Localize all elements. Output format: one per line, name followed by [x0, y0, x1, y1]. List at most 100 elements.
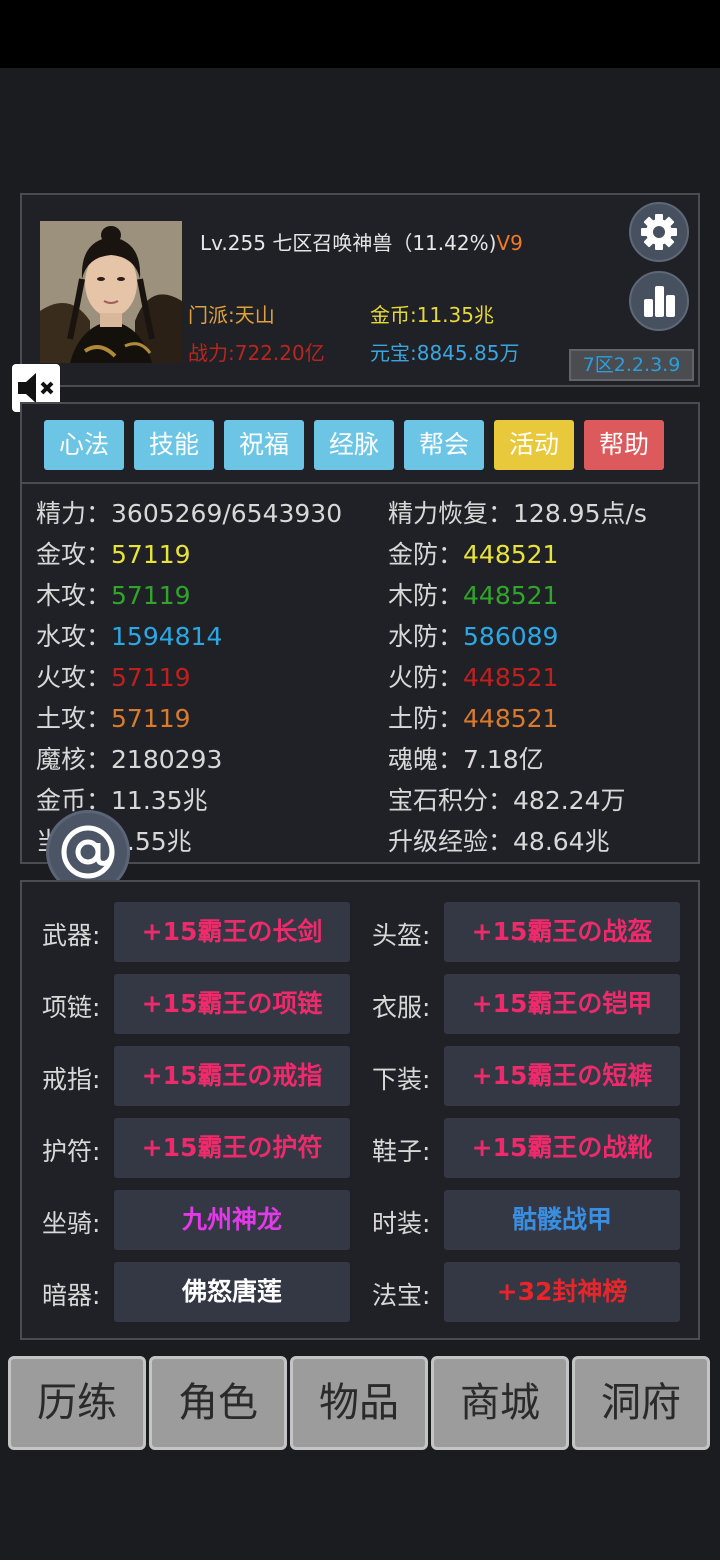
stats-panel: 心法 技能 祝福 经脉 帮会 活动 帮助 精力：3605269/6543930 金…: [20, 402, 700, 864]
equip-slot-item[interactable]: +15霸王の战靴: [444, 1118, 680, 1178]
stat-label: 火攻：: [36, 663, 112, 692]
equip-slot-label: 暗器:: [42, 1281, 101, 1310]
equip-slot-item[interactable]: +15霸王の项链: [114, 974, 350, 1034]
stat-value: 448521: [463, 540, 559, 569]
equip-slot-label: 坐骑:: [42, 1209, 101, 1238]
combat-power: 战力:722.20亿: [188, 341, 325, 365]
sect-label: 门派:天山: [188, 303, 275, 327]
profile-panel: Lv.255 七区召唤神兽（11.42%)V9 门派:天山 战力:722.20亿…: [20, 193, 700, 387]
gear-icon: [641, 214, 677, 250]
equip-slot-item[interactable]: 骷髅战甲: [444, 1190, 680, 1250]
stat-value: 2180293: [111, 745, 223, 774]
equipment-panel: 武器: +15霸王の长剑 头盔: +15霸王の战盔 项链: +15霸王の项链 衣服: +15霸…: [20, 880, 700, 1340]
stat-value: 586089: [463, 622, 559, 651]
stat-row-right: 宝石积分：482.24万: [388, 781, 626, 817]
equip-slot-item[interactable]: +32封神榜: [444, 1262, 680, 1322]
stat-label: 精力：: [36, 499, 112, 528]
equip-slot-label: 戒指:: [42, 1065, 101, 1094]
stat-value: 448521: [463, 581, 559, 610]
stat-row-right: 土防：448521: [388, 699, 558, 735]
stat-row-right: 精力恢复：128.95点/s: [388, 494, 647, 530]
stat-label: 魔核：: [36, 745, 112, 774]
ingot-balance: 元宝:8845.85万: [370, 341, 520, 365]
stat-label: 金币：: [36, 786, 112, 815]
equip-slot-label: 鞋子:: [372, 1137, 431, 1166]
menu-tabs: 心法 技能 祝福 经脉 帮会 活动 帮助: [22, 404, 698, 484]
stat-value: 57119: [111, 581, 191, 610]
tab-meridians[interactable]: 经脉: [314, 420, 394, 470]
vip-level: V9: [496, 231, 523, 255]
stat-row-left: 金币：11.35兆: [36, 781, 208, 817]
stat-row-left: 土攻：57119: [36, 699, 191, 735]
stat-label: 木防：: [388, 581, 464, 610]
stat-value: 57119: [111, 704, 191, 733]
stat-value: 11.35兆: [111, 786, 208, 815]
stat-row-left: 精力：3605269/6543930: [36, 494, 342, 530]
nav-training[interactable]: 历练: [8, 1356, 146, 1450]
status-bar: [0, 0, 720, 68]
stat-label: 升级经验：: [388, 827, 514, 856]
tab-mental-method[interactable]: 心法: [44, 420, 124, 470]
stat-row-right: 魂魄：7.18亿: [388, 740, 544, 776]
stat-row-left: 火攻：57119: [36, 658, 191, 694]
equip-slot-item[interactable]: +15霸王の铠甲: [444, 974, 680, 1034]
gold-balance: 金币:11.35兆: [370, 303, 494, 327]
equip-slot-item[interactable]: +15霸王の戒指: [114, 1046, 350, 1106]
equip-slot-label: 项链:: [42, 993, 101, 1022]
stat-label: 宝石积分：: [388, 786, 514, 815]
stat-value: 57119: [111, 540, 191, 569]
nav-items[interactable]: 物品: [290, 1356, 428, 1450]
equip-slot-label: 时装:: [372, 1209, 431, 1238]
bar-chart-icon: [644, 286, 675, 317]
stat-value: 482.24万: [513, 786, 626, 815]
equip-slot-label: 衣服:: [372, 993, 431, 1022]
stat-row-left: 木攻：57119: [36, 576, 191, 612]
tab-skills[interactable]: 技能: [134, 420, 214, 470]
stat-value: 1594814: [111, 622, 223, 651]
nav-shop[interactable]: 商城: [431, 1356, 569, 1450]
stat-row-right: 升级经验：48.64兆: [388, 822, 610, 858]
character-avatar[interactable]: [40, 221, 182, 363]
level-text: Lv.255 七区召唤神兽（11.42%): [200, 231, 497, 255]
equip-slot-item[interactable]: +15霸王の长剑: [114, 902, 350, 962]
stat-row-right: 金防：448521: [388, 535, 558, 571]
stat-label: 火防：: [388, 663, 464, 692]
stat-row-right: 木防：448521: [388, 576, 558, 612]
stat-value: 3605269/6543930: [111, 499, 343, 528]
stat-label: 木攻：: [36, 581, 112, 610]
settings-button[interactable]: [629, 202, 689, 262]
equip-slot-item[interactable]: +15霸王の护符: [114, 1118, 350, 1178]
equip-slot-item[interactable]: 九州神龙: [114, 1190, 350, 1250]
equip-slot-item[interactable]: +15霸王の战盔: [444, 902, 680, 962]
stat-value: 448521: [463, 704, 559, 733]
equip-slot-item[interactable]: +15霸王の短裤: [444, 1046, 680, 1106]
stat-label: 水防：: [388, 622, 464, 651]
stat-row-left: 魔核：2180293: [36, 740, 222, 776]
equip-slot-label: 武器:: [42, 921, 101, 950]
nav-cave[interactable]: 洞府: [572, 1356, 710, 1450]
stat-label: 金攻：: [36, 540, 112, 569]
level-title: Lv.255 七区召唤神兽（11.42%)V9: [200, 227, 523, 256]
equip-slot-label: 下装:: [372, 1065, 431, 1094]
tab-blessing[interactable]: 祝福: [224, 420, 304, 470]
ranking-button[interactable]: [629, 271, 689, 331]
stat-label: 魂魄：: [388, 745, 464, 774]
tab-guild[interactable]: 帮会: [404, 420, 484, 470]
stat-value: 57119: [111, 663, 191, 692]
tab-events[interactable]: 活动: [494, 420, 574, 470]
stat-row-left: 金攻：57119: [36, 535, 191, 571]
stat-row-right: 火防：448521: [388, 658, 558, 694]
stat-label: 金防：: [388, 540, 464, 569]
stat-value: 48.64兆: [513, 827, 610, 856]
equip-slot-item[interactable]: 佛怒唐莲: [114, 1262, 350, 1322]
equip-slot-label: 法宝:: [372, 1281, 431, 1310]
bottom-nav: 历练 角色 物品 商城 洞府: [8, 1356, 712, 1450]
server-version: 7区2.2.3.9: [569, 349, 694, 381]
stat-label: 土防：: [388, 704, 464, 733]
tab-help[interactable]: 帮助: [584, 420, 664, 470]
stat-label: 土攻：: [36, 704, 112, 733]
nav-character[interactable]: 角色: [149, 1356, 287, 1450]
stat-label: 水攻：: [36, 622, 112, 651]
stat-value: 448521: [463, 663, 559, 692]
stat-row-left: 水攻：1594814: [36, 617, 222, 653]
